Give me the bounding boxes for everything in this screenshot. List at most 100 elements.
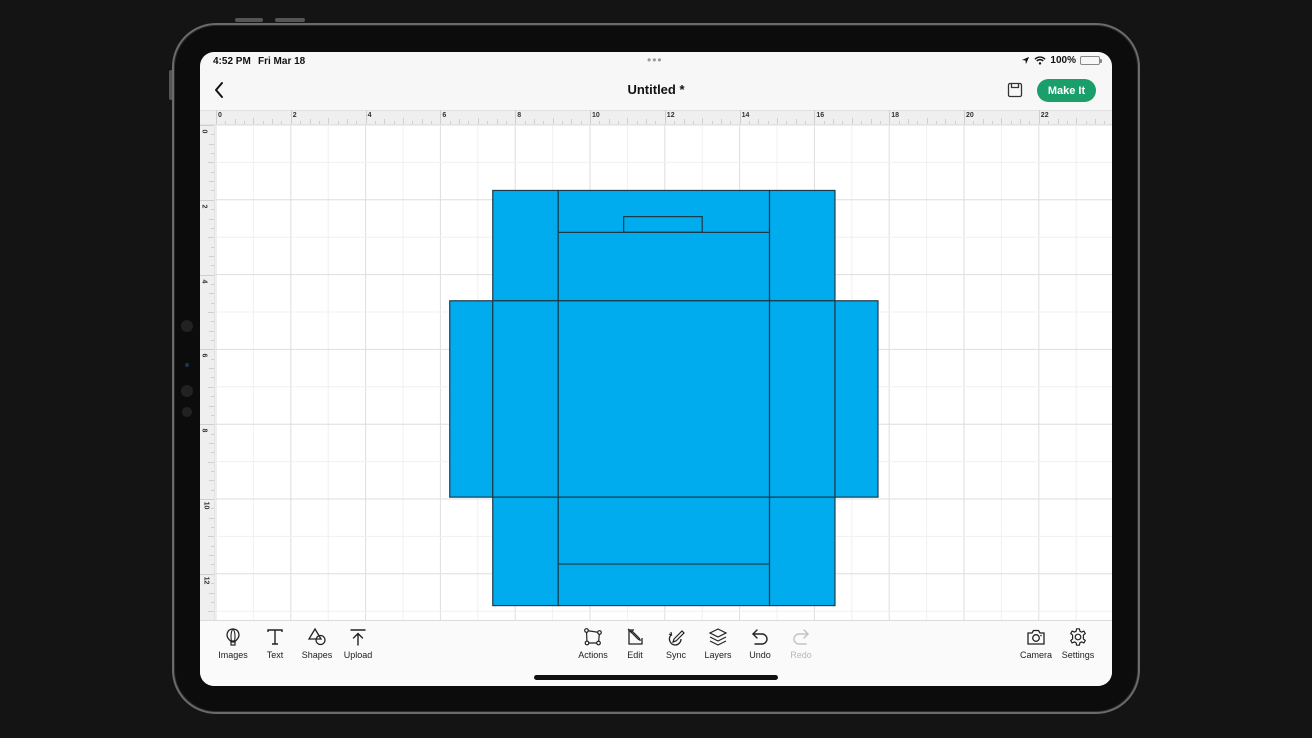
- multitask-indicator[interactable]: •••: [647, 53, 663, 67]
- ruler-subtick: [209, 255, 214, 257]
- bottom-left-flap[interactable]: [492, 496, 559, 607]
- camera-sensor: [181, 385, 193, 397]
- gear-icon: [1070, 628, 1086, 646]
- edit-icon: [627, 628, 643, 645]
- tool-edit[interactable]: Edit: [612, 627, 658, 660]
- top-right-flap[interactable]: [768, 189, 836, 302]
- ruler-tick: [702, 118, 704, 124]
- ruler-subtick: [211, 564, 214, 566]
- ruler-subtick: [209, 181, 214, 183]
- left-side-panel[interactable]: [449, 300, 494, 498]
- tool-edit-label: Edit: [627, 650, 643, 660]
- ruler-subtick: [318, 121, 320, 124]
- lid-tab[interactable]: [623, 216, 703, 233]
- ruler-subtick: [211, 545, 214, 547]
- ruler-subtick: [533, 119, 535, 124]
- ruler-label-v: 6: [200, 353, 208, 358]
- ruler-label-h: 12: [666, 112, 675, 119]
- ruler-subtick: [209, 405, 214, 407]
- bottom-panel[interactable]: [557, 496, 771, 607]
- camera-sensor: [181, 320, 193, 332]
- ruler-subtick: [211, 265, 214, 267]
- ruler-tick: [440, 110, 442, 124]
- ruler-subtick: [907, 119, 909, 124]
- left-wall-panel[interactable]: [492, 300, 559, 498]
- right-wall-panel[interactable]: [768, 300, 836, 498]
- ruler-subtick: [1066, 121, 1068, 124]
- text-t-icon: [267, 629, 283, 645]
- ruler-tick: [200, 274, 214, 276]
- canvas-svg: [215, 125, 1112, 620]
- ruler-subtick: [272, 119, 274, 124]
- ruler-subtick: [767, 121, 769, 124]
- ruler-subtick: [720, 119, 722, 124]
- ruler-subtick: [935, 121, 937, 124]
- ruler-subtick: [496, 119, 498, 124]
- tool-upload[interactable]: Upload: [335, 627, 381, 660]
- ruler-label-h: 6: [442, 112, 447, 119]
- home-indicator[interactable]: [534, 675, 778, 680]
- tool-shapes[interactable]: Shapes: [294, 627, 340, 660]
- tool-sync-label: Sync: [665, 650, 686, 660]
- vertical-ruler: 0 2 4 6 8 10 12: [200, 125, 215, 620]
- bottom-right-flap[interactable]: [768, 496, 836, 607]
- ruler-subtick: [211, 340, 214, 342]
- ruler-tick: [515, 110, 517, 124]
- tool-settings[interactable]: Settings: [1055, 627, 1101, 660]
- ruler-subtick: [211, 601, 214, 603]
- nav-bar: Untitled * Make It: [200, 72, 1112, 110]
- ruler-tick: [208, 536, 214, 538]
- ruler-subtick: [209, 442, 214, 444]
- tool-undo[interactable]: Undo: [737, 627, 783, 660]
- top-panel[interactable]: [557, 189, 771, 302]
- top-left-flap[interactable]: [492, 189, 559, 302]
- ruler-subtick: [211, 321, 214, 323]
- status-right: 100%: [1021, 55, 1102, 66]
- make-it-button[interactable]: Make It: [1037, 79, 1096, 102]
- ruler-subtick: [1104, 121, 1106, 124]
- tool-camera[interactable]: Camera: [1013, 627, 1059, 660]
- tool-redo[interactable]: Redo: [778, 627, 824, 660]
- ruler-subtick: [211, 527, 214, 529]
- ruler-label-v: 0: [200, 129, 208, 134]
- ruler-subtick: [543, 121, 545, 124]
- ruler-tick: [1076, 118, 1078, 124]
- tool-actions[interactable]: Actions: [570, 627, 616, 660]
- base-panel[interactable]: [557, 300, 771, 498]
- ruler-subtick: [655, 121, 657, 124]
- ruler-subtick: [211, 171, 214, 173]
- ruler-label-h: 16: [816, 112, 825, 119]
- ruler-subtick: [580, 121, 582, 124]
- ruler-tick: [590, 110, 591, 124]
- ruler-subtick: [211, 489, 214, 491]
- camera-icon: [1027, 629, 1045, 645]
- right-side-panel[interactable]: [834, 300, 879, 498]
- design-canvas[interactable]: [215, 125, 1112, 620]
- ruler-tick: [200, 199, 214, 201]
- ruler-subtick: [211, 190, 214, 192]
- save-icon[interactable]: [1006, 81, 1024, 99]
- ruler-tick: [627, 118, 629, 124]
- camera-sensor: [182, 407, 192, 417]
- ruler-subtick: [646, 119, 648, 124]
- ruler-subtick: [211, 508, 214, 510]
- ruler-tick: [552, 118, 554, 124]
- ruler-subtick: [692, 121, 694, 124]
- camera-lens: [185, 363, 189, 367]
- ruler-subtick: [211, 227, 214, 229]
- ruler-subtick: [262, 121, 264, 124]
- ruler-label-h: 20: [966, 112, 974, 119]
- tool-images[interactable]: Images: [210, 627, 256, 660]
- ruler-subtick: [449, 121, 451, 124]
- tool-layers[interactable]: Layers: [695, 627, 741, 660]
- tool-text[interactable]: Text: [252, 627, 298, 660]
- ruler-tick: [253, 118, 255, 124]
- project-title[interactable]: Untitled *: [200, 82, 1112, 97]
- ruler-subtick: [209, 143, 214, 145]
- status-date: Fri Mar 18: [258, 56, 306, 67]
- ruler-subtick: [748, 121, 750, 124]
- upload-icon: [350, 629, 366, 646]
- ruler-label-v: 8: [200, 428, 208, 433]
- tool-camera-label: Camera: [1019, 650, 1052, 660]
- tool-sync[interactable]: Sync: [653, 627, 699, 660]
